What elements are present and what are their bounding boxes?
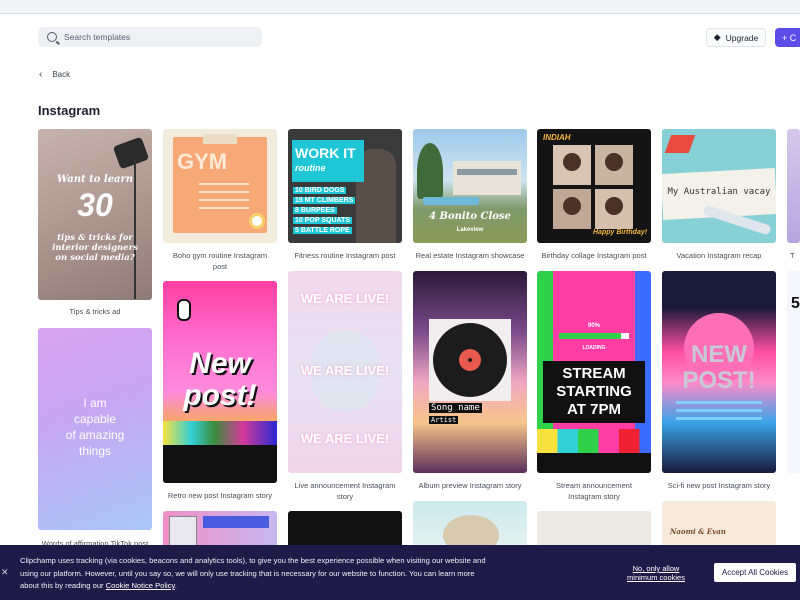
card-text: things: [78, 444, 112, 458]
card-text: 5: [791, 295, 800, 312]
card-text: New: [189, 347, 251, 380]
card-text: of amazing: [65, 428, 125, 442]
cookie-banner: ✕ Clipchamp uses tracking (via cookies, …: [0, 545, 800, 600]
template-caption: Tips & tricks ad: [69, 307, 121, 316]
card-text: LOADING: [582, 345, 606, 351]
card-list-item: 10 BIRD DOGS: [293, 187, 347, 194]
template-card-real-estate[interactable]: 4 Bonito Close Lakeview: [413, 129, 527, 243]
template-card-partial[interactable]: [413, 501, 527, 551]
card-text: 30: [77, 187, 113, 223]
card-text: AT 7PM: [567, 401, 621, 418]
template-card-boho-gym[interactable]: GYM: [163, 129, 277, 243]
chevron-left-icon: ‹: [39, 69, 43, 80]
card-text: POST!: [682, 367, 756, 394]
card-list-item: 10 POP SQUATS: [293, 217, 352, 224]
upgrade-button[interactable]: ◆ Upgrade: [706, 28, 766, 47]
card-text: post!: [183, 379, 257, 412]
card-text: WE ARE LIVE!: [300, 363, 390, 378]
template-card-tips-tricks[interactable]: Want to learn 30 tips & tricks for inter…: [38, 129, 152, 300]
template-caption: Real estate Instagram showcase: [415, 251, 525, 260]
back-button[interactable]: ‹ Back: [39, 69, 70, 80]
card-text: STREAM: [562, 365, 626, 382]
caption-line: story: [336, 492, 354, 501]
caption-line: post: [212, 262, 228, 271]
template-caption: Album preview Instagram story: [418, 481, 522, 490]
caption-line: Live announcement Instagram: [294, 481, 396, 490]
card-text: STARTING: [556, 383, 632, 400]
template-card-album-preview[interactable]: Song name Artist: [413, 271, 527, 473]
plus-icon: +: [782, 32, 790, 43]
template-caption: Vacation Instagram recap: [676, 251, 762, 260]
close-icon[interactable]: ✕: [1, 567, 9, 578]
template-caption: T: [790, 251, 795, 260]
minimum-cookies-link[interactable]: No, only allow minimum cookies: [622, 564, 690, 582]
caption-line: Boho gym routine Instagram: [172, 251, 268, 260]
card-list-item: 15 MT CLIMBERS: [293, 197, 356, 204]
template-card-partial[interactable]: 5: [787, 271, 800, 473]
card-text: WORK IT: [295, 145, 356, 161]
card-text: GYM: [177, 149, 228, 174]
template-card-stream-announcement[interactable]: 90% LOADING STREAM STARTING AT 7PM: [537, 271, 651, 473]
upgrade-label: Upgrade: [725, 32, 759, 43]
template-card-scifi-new-post[interactable]: NEW POST!: [662, 271, 776, 473]
diamond-icon: ◆: [713, 32, 721, 42]
card-text: I am: [83, 396, 107, 410]
card-text: WE ARE LIVE!: [300, 291, 390, 306]
caption-line: Stream announcement: [556, 481, 632, 490]
card-list-item: 5 BATTLE ROPE: [293, 227, 352, 234]
template-caption: Birthday collage Instagram post: [541, 251, 647, 260]
create-button[interactable]: + C: [775, 28, 800, 47]
card-text: Naomi & Evan: [670, 527, 726, 536]
template-card-birthday-collage[interactable]: INDIAH Happy Birthday!: [537, 129, 651, 243]
create-label: C: [789, 32, 797, 43]
card-text: Happy Birthday!: [593, 229, 648, 236]
template-caption: Boho gym routine Instagram post: [163, 250, 277, 272]
template-caption: Live announcement Instagram story: [288, 480, 402, 502]
card-text: INDIAH: [543, 133, 571, 142]
card-text: capable: [73, 412, 117, 426]
template-card-partial[interactable]: Naomi & Evan: [662, 501, 776, 551]
template-card-vacation[interactable]: My Australian vacay: [662, 129, 776, 243]
card-text: Want to learn: [56, 174, 134, 185]
caption-line: Instagram story: [568, 492, 620, 501]
cookie-message: Clipchamp uses tracking (via cookies, be…: [20, 556, 486, 590]
card-text: interior designers: [52, 243, 138, 253]
template-card-partial[interactable]: [787, 129, 800, 243]
search-placeholder: Search templates: [64, 32, 131, 42]
accept-all-cookies-button[interactable]: Accept All Cookies: [714, 563, 796, 582]
template-caption: Stream announcement Instagram story: [537, 480, 651, 502]
search-icon: [47, 32, 57, 42]
cookie-period: .: [174, 581, 177, 590]
card-text: routine: [295, 163, 326, 173]
card-text: Song name: [429, 403, 482, 413]
template-card-live-announcement[interactable]: WE ARE LIVE! WE ARE LIVE! WE ARE LIVE!: [288, 271, 402, 473]
card-text: 90%: [587, 323, 600, 329]
template-caption: Fitness routine Instagram post: [294, 251, 396, 260]
card-list-item: 8 BURPEES: [293, 207, 337, 214]
card-text: NEW: [691, 341, 747, 368]
card-text: Artist: [429, 416, 459, 424]
template-card-fitness-routine[interactable]: WORK IT routine 10 BIRD DOGS 15 MT CLIMB…: [288, 129, 402, 243]
template-card-affirmation[interactable]: I am capable of amazing things: [38, 328, 152, 530]
template-caption: Sci-fi new post Instagram story: [667, 481, 771, 490]
back-label: Back: [52, 70, 71, 79]
card-text: Lakeview: [456, 227, 484, 233]
browser-top-strip: [0, 0, 800, 14]
card-text: 4 Bonito Close: [429, 211, 511, 222]
page-title: Instagram: [38, 103, 101, 118]
search-input[interactable]: Search templates: [38, 27, 262, 47]
card-text: My Australian vacay: [667, 187, 771, 197]
template-caption: Retro new post Instagram story: [167, 491, 273, 500]
card-text: tips & tricks for: [57, 233, 133, 243]
cookie-text: Clipchamp uses tracking (via cookies, be…: [20, 555, 495, 593]
card-text: WE ARE LIVE!: [300, 431, 390, 446]
template-card-retro-new-post[interactable]: New post!: [163, 281, 277, 483]
card-text: on social media?: [55, 253, 135, 263]
cookie-policy-link[interactable]: Cookie Notice Policy: [106, 581, 175, 590]
